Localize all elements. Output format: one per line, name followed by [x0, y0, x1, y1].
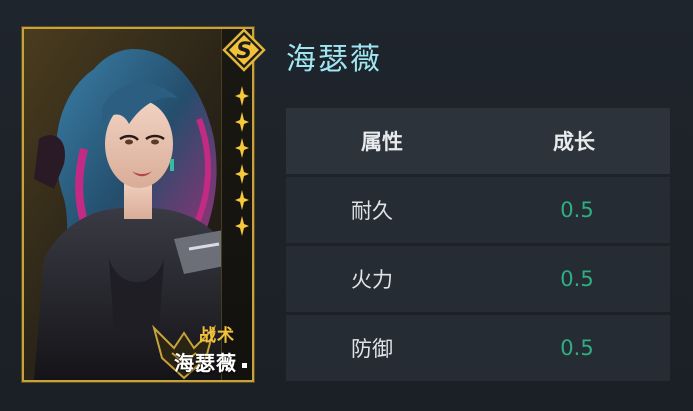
table-header-row: 属性 成长 [286, 108, 670, 174]
stat-attribute: 耐久 [351, 199, 393, 223]
stat-attribute: 防御 [351, 337, 393, 361]
table-row: 火力 0.5 [286, 246, 670, 312]
star-rating [233, 86, 251, 242]
stat-growth-value: 0.5 [560, 198, 594, 222]
star-icon [235, 190, 249, 210]
table-row: 耐久 0.5 [286, 177, 670, 243]
rank-s-badge-icon: S [222, 28, 266, 72]
star-icon [235, 216, 249, 236]
card-name-dot [242, 363, 247, 368]
stat-growth-value: 0.5 [560, 267, 594, 291]
character-card[interactable]: 战术 海瑟薇 [22, 27, 254, 382]
hero-name-title: 海瑟薇 [286, 42, 382, 77]
star-icon [235, 86, 249, 106]
rank-letter: S [236, 39, 252, 64]
stat-growth-value: 0.5 [560, 336, 594, 360]
card-hero-name: 海瑟薇 [174, 351, 237, 375]
star-icon [235, 164, 249, 184]
star-icon [235, 112, 249, 132]
stat-attribute: 火力 [351, 268, 393, 292]
star-icon [235, 138, 249, 158]
header-growth: 成长 [553, 130, 595, 154]
role-label: 战术 [199, 326, 235, 346]
header-attribute: 属性 [361, 130, 403, 154]
growth-stats-table: 属性 成长 耐久 0.5 火力 0.5 防御 0.5 [286, 108, 670, 384]
table-row: 防御 0.5 [286, 315, 670, 381]
